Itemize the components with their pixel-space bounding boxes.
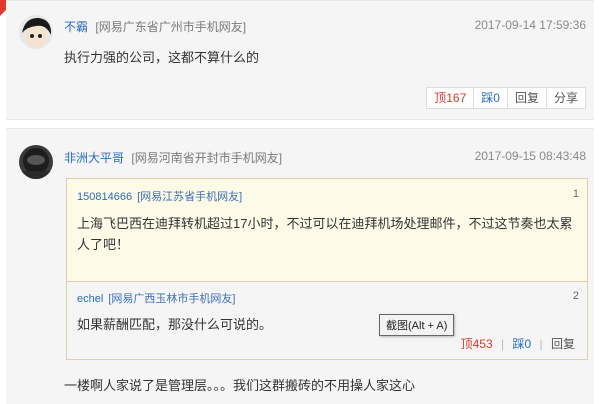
quote-meta: 150814666 [网易江苏省手机网友] <box>77 188 242 204</box>
username-link[interactable]: 不霸 <box>64 20 88 34</box>
user-location: [网易广东省广州市手机网友] <box>95 20 247 34</box>
user-location: [网易江苏省手机网友] <box>137 191 243 203</box>
comment-text: 执行力强的公司，这都不算什么的 <box>64 50 260 65</box>
avatar[interactable] <box>19 145 53 179</box>
comment-card: 不霸 [网易广东省广州市手机网友] 2017-09-14 17:59:36 执行… <box>6 0 594 120</box>
comment-time: 2017-09-14 17:59:36 <box>474 18 586 32</box>
comment-meta: 非洲大平哥 [网易河南省开封市手机网友] <box>64 149 282 166</box>
floor-number: 2 <box>572 290 579 302</box>
floor-number: 1 <box>572 188 579 200</box>
quote-actions: 顶453 | 踩0 | 回复 <box>461 335 575 352</box>
username-link[interactable]: echel <box>77 293 103 305</box>
comment-actions: 顶167 踩0 回复 分享 <box>426 87 586 109</box>
comment-time: 2017-09-15 08:43:48 <box>474 149 586 163</box>
username-link[interactable]: 150814666 <box>77 191 132 203</box>
comment-meta: 不霸 [网易广东省广州市手机网友] <box>64 18 246 35</box>
quoted-reply-2: echel [网易广西玉林市手机网友] 2 如果薪酬匹配，那没什么可说的。 顶4… <box>66 282 588 360</box>
downvote-button[interactable]: 踩0 <box>473 88 507 108</box>
quoted-reply-1: 150814666 [网易江苏省手机网友] 1 上海飞巴西在迪拜转机超过17小时… <box>66 178 588 282</box>
divider: | <box>539 337 543 351</box>
quote-meta: echel [网易广西玉林市手机网友] <box>77 290 235 306</box>
upvote-button[interactable]: 顶167 <box>427 88 473 108</box>
share-button[interactable]: 分享 <box>545 88 585 108</box>
comment-text: 一楼啊人家说了是管理层。。。我们这群搬砖的不用操人家这心 <box>64 378 416 393</box>
username-link[interactable]: 非洲大平哥 <box>64 151 124 165</box>
quote-text: 上海飞巴西在迪拜转机超过17小时，不过可以在迪拜机场处理邮件，不过这节奏也太累人… <box>77 216 573 252</box>
downvote-link[interactable]: 踩0 <box>512 337 531 351</box>
screenshot-tooltip: 截图(Alt + A) <box>379 314 455 336</box>
avatar[interactable] <box>19 15 53 49</box>
reply-link[interactable]: 回复 <box>551 337 575 351</box>
user-location: [网易广西玉林市手机网友] <box>108 293 236 305</box>
upvote-link[interactable]: 顶453 <box>461 337 493 351</box>
reply-button[interactable]: 回复 <box>506 88 546 108</box>
divider: | <box>501 337 505 351</box>
quote-text: 如果薪酬匹配，那没什么可说的。 <box>77 317 273 332</box>
user-location: [网易河南省开封市手机网友] <box>131 151 283 165</box>
